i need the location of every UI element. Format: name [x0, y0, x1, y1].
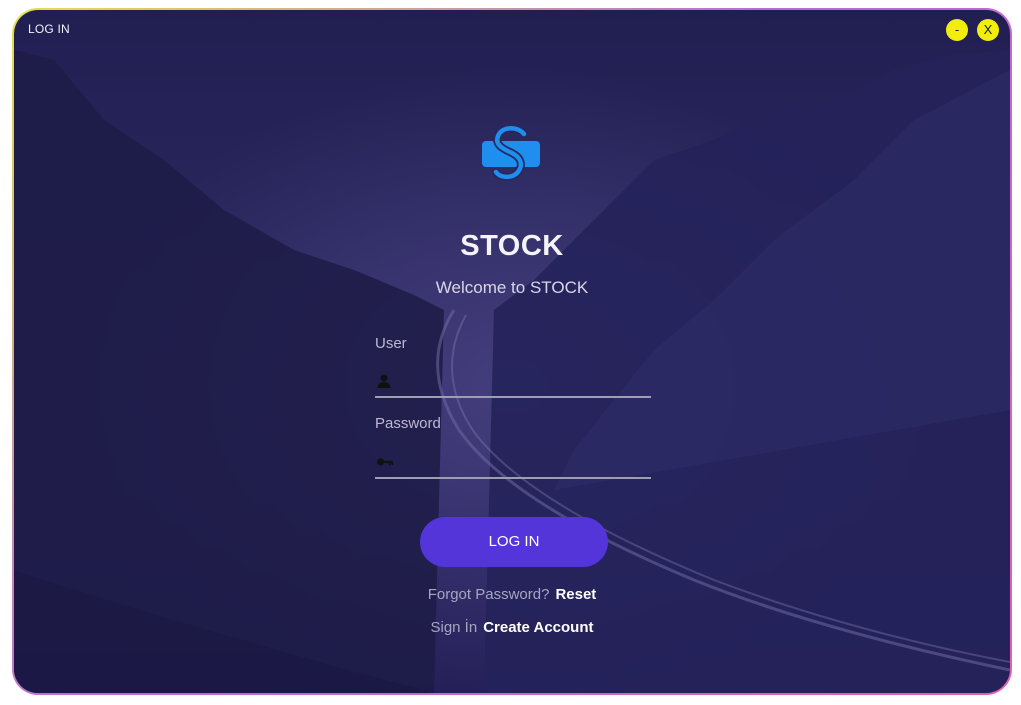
login-button[interactable]: LOG IN [420, 517, 608, 567]
key-icon [376, 453, 394, 471]
forgot-password-row: Forgot Password? Reset [14, 586, 1010, 603]
app-title: STOCK [460, 230, 564, 262]
stock-s-logo-icon [482, 124, 540, 181]
welcome-text: Welcome to STOCK [435, 278, 589, 297]
forgot-password-text: Forgot Password? [427, 586, 550, 603]
sign-in-row: Sign İn Create Account [14, 619, 1010, 636]
window-border: LOG IN - X STOCK Welcome to STOCK User P… [12, 8, 1012, 695]
create-account-link[interactable]: Create Account [483, 619, 593, 636]
window-title: LOG IN [28, 22, 70, 36]
password-input[interactable] [394, 453, 651, 471]
user-field[interactable] [375, 366, 651, 398]
reset-link[interactable]: Reset [555, 586, 596, 603]
user-label: User [375, 335, 407, 352]
minimize-button[interactable]: - [946, 19, 968, 41]
sign-in-text: Sign İn [430, 619, 478, 636]
login-window: LOG IN - X STOCK Welcome to STOCK User P… [14, 10, 1010, 693]
password-label: Password [375, 415, 441, 432]
close-button[interactable]: X [977, 19, 999, 41]
user-input[interactable] [394, 372, 651, 390]
user-icon [376, 372, 394, 390]
password-field[interactable] [375, 447, 651, 479]
